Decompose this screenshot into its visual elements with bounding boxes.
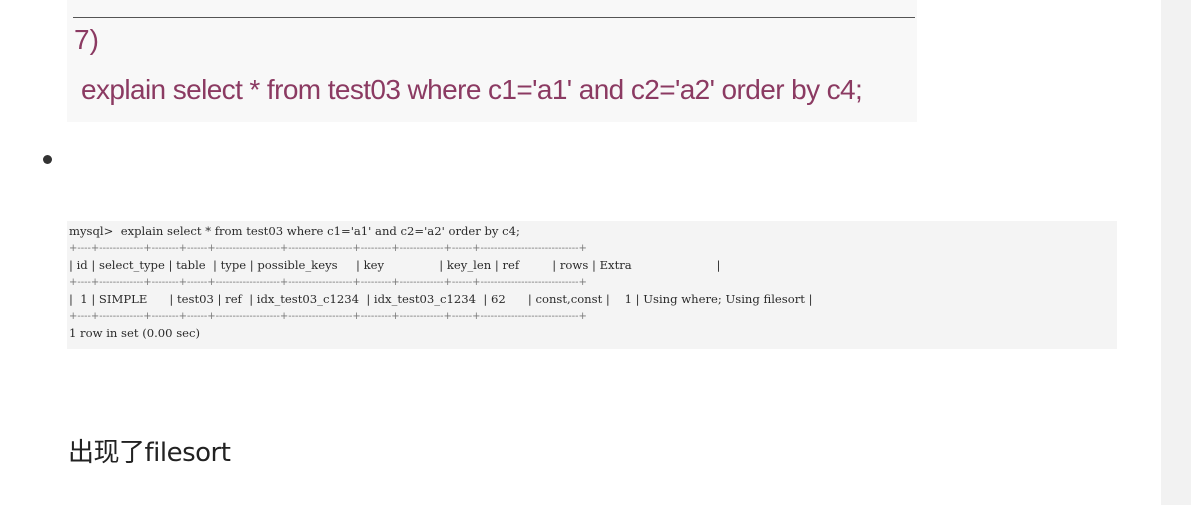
table-border-mid: +----+-------------+--------+------+----… bbox=[69, 277, 587, 288]
table-border-top: +----+-------------+--------+------+----… bbox=[69, 243, 587, 254]
step-label: 7) bbox=[74, 24, 99, 55]
page: 7) explain select * from test03 where c1… bbox=[0, 0, 1191, 505]
sql-statement-image: 7) explain select * from test03 where c1… bbox=[67, 0, 917, 122]
sql-statement: explain select * from test03 where c1='a… bbox=[81, 74, 863, 105]
caption-text: 出现了filesort bbox=[68, 438, 231, 468]
terminal-output: mysql> explain select * from test03 wher… bbox=[69, 223, 813, 342]
table-row: | 1 | SIMPLE | test03 | ref | idx_test03… bbox=[69, 292, 813, 306]
right-sidebar-gutter bbox=[1161, 0, 1191, 505]
terminal-footer: 1 row in set (0.00 sec) bbox=[69, 326, 201, 340]
divider-line bbox=[73, 17, 915, 18]
terminal-output-image: mysql> explain select * from test03 wher… bbox=[67, 221, 1117, 349]
terminal-command: mysql> explain select * from test03 wher… bbox=[69, 224, 520, 238]
table-border-bottom: +----+-------------+--------+------+----… bbox=[69, 311, 587, 322]
list-bullet bbox=[43, 155, 52, 164]
table-header-row: | id | select_type | table | type | poss… bbox=[69, 258, 721, 272]
